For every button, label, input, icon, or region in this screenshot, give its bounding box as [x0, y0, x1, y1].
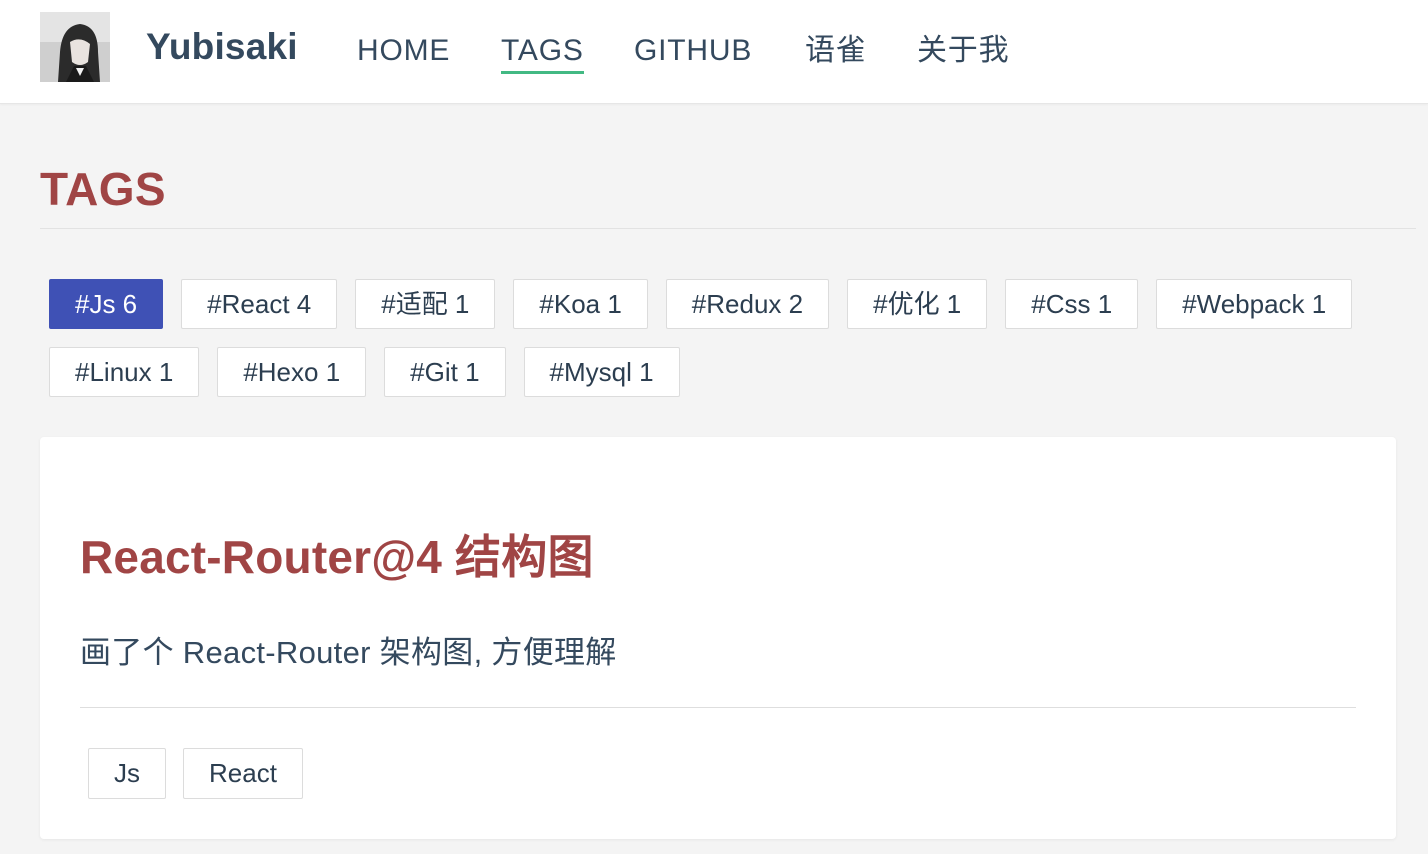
- site-name[interactable]: Yubisaki: [146, 26, 298, 68]
- post-tag-react[interactable]: React: [183, 748, 303, 799]
- site-header: Yubisaki HOME TAGS GITHUB 语雀 关于我: [0, 0, 1428, 104]
- nav-home[interactable]: HOME: [357, 32, 450, 74]
- post-card: React-Router@4 结构图 画了个 React-Router 架构图,…: [40, 437, 1396, 839]
- post-divider: [80, 707, 1356, 708]
- tag-chip-redux[interactable]: #Redux 2: [665, 279, 830, 329]
- page-title: TAGS: [40, 163, 166, 215]
- tag-chip-mysql[interactable]: #Mysql 1: [523, 347, 680, 397]
- nav-tags[interactable]: TAGS: [501, 32, 584, 74]
- post-tag-js[interactable]: Js: [88, 748, 166, 799]
- tag-chip-js[interactable]: #Js 6: [49, 279, 164, 329]
- tag-chip-koa[interactable]: #Koa 1: [513, 279, 648, 329]
- tag-chip-react[interactable]: #React 4: [181, 279, 338, 329]
- tag-chip-css[interactable]: #Css 1: [1005, 279, 1139, 329]
- post-excerpt: 画了个 React-Router 架构图, 方便理解: [80, 635, 617, 670]
- tag-chip-linux[interactable]: #Linux 1: [49, 347, 200, 397]
- post-title[interactable]: React-Router@4 结构图: [80, 521, 594, 587]
- title-divider: [40, 228, 1416, 229]
- avatar-image: [40, 12, 110, 82]
- tag-list: #Js 6 #React 4 #适配 1 #Koa 1 #Redux 2 #优化…: [40, 270, 1400, 406]
- post-tag-list: Js React: [88, 748, 320, 799]
- nav-yuque[interactable]: 语雀: [805, 32, 867, 74]
- tag-chip-git[interactable]: #Git 1: [384, 347, 506, 397]
- nav-github[interactable]: GITHUB: [634, 32, 752, 74]
- tag-chip-youhua[interactable]: #优化 1: [847, 279, 988, 329]
- nav-about[interactable]: 关于我: [917, 32, 1009, 74]
- tag-chip-hexo[interactable]: #Hexo 1: [217, 347, 367, 397]
- tag-chip-shipei[interactable]: #适配 1: [355, 279, 496, 329]
- tag-chip-webpack[interactable]: #Webpack 1: [1156, 279, 1353, 329]
- avatar[interactable]: [40, 12, 110, 82]
